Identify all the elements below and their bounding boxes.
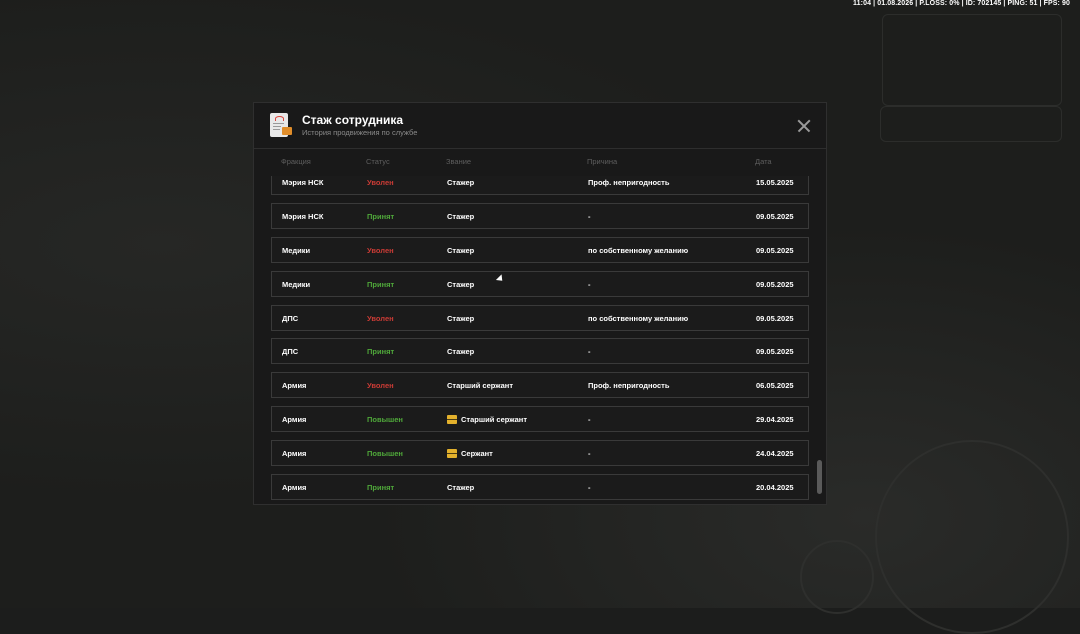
status-cell: Принят	[367, 483, 395, 493]
faction-cell: Армия	[282, 449, 307, 459]
rank-cell: Сержант	[447, 449, 493, 459]
status-cell: Уволен	[367, 245, 394, 255]
faction-cell: Медики	[282, 245, 311, 255]
rank-cell: Стажер	[447, 313, 475, 323]
table-row: Армия Повышен Старший сержант - 29.04.20…	[271, 406, 809, 433]
rank-label: Сержант	[461, 449, 493, 459]
faction-cell: Медики	[282, 279, 311, 289]
header-faction: Фракция	[281, 157, 311, 166]
rank-stripes-icon	[447, 449, 457, 459]
reason-cell: -	[588, 449, 591, 459]
reason-cell: -	[588, 279, 591, 289]
rank-cell: Стажер	[447, 211, 475, 221]
fuel-gauge	[800, 540, 874, 614]
close-icon[interactable]	[794, 116, 814, 136]
status-cell: Принят	[367, 211, 395, 221]
status-cell: Повышен	[367, 449, 403, 459]
reason-cell: -	[588, 211, 591, 221]
date-cell: 15.05.2025	[756, 178, 794, 187]
employee-history-modal: Стаж сотрудника История продвижения по с…	[253, 102, 827, 505]
faction-cell: Мэрия НСК	[282, 211, 324, 221]
date-cell: 29.04.2025	[756, 415, 794, 425]
rank-cell: Стажер	[447, 178, 475, 187]
rank-cell: Стажер	[447, 245, 475, 255]
table-row: ДПС Уволен Стажер по собственному желани…	[271, 304, 809, 331]
rank-cell: Стажер	[447, 483, 475, 493]
reason-cell: -	[588, 415, 591, 425]
date-cell: 09.05.2025	[756, 347, 794, 357]
rank-cell: Стажер	[447, 279, 475, 289]
header-rank: Звание	[446, 157, 472, 166]
document-icon	[270, 113, 292, 137]
status-cell: Уволен	[367, 381, 394, 391]
table-header: Фракция Статус Звание Причина Дата	[254, 157, 826, 169]
status-cell: Уволен	[367, 313, 394, 323]
date-cell: 09.05.2025	[756, 211, 794, 221]
faction-cell: ДПС	[282, 313, 299, 323]
reason-cell: Проф. непригодность	[588, 381, 670, 391]
history-list[interactable]: Мэрия НСК Уволен Стажер Проф. непригодно…	[254, 176, 826, 506]
date-cell: 09.05.2025	[756, 245, 794, 255]
reason-cell: -	[588, 483, 591, 493]
faction-cell: Армия	[282, 483, 307, 493]
reason-cell: по собственному желанию	[588, 313, 689, 323]
reason-cell: по собственному желанию	[588, 245, 689, 255]
status-cell: Уволен	[367, 178, 394, 187]
hud-money-panel	[882, 14, 1062, 106]
reason-cell: -	[588, 347, 591, 357]
reason-cell: Проф. непригодность	[588, 178, 670, 187]
table-row: Армия Принят Стажер - 20.04.2025	[271, 474, 809, 501]
date-cell: 24.04.2025	[756, 449, 794, 459]
status-cell: Принят	[367, 347, 395, 357]
header-status: Статус	[366, 157, 390, 166]
date-cell: 09.05.2025	[756, 279, 794, 289]
rank-cell: Старший сержант	[447, 415, 528, 425]
scrollbar-thumb[interactable]	[817, 460, 822, 494]
rank-cell: Старший сержант	[447, 381, 514, 391]
status-cell: Повышен	[367, 415, 403, 425]
speedometer-gauge	[875, 440, 1069, 634]
modal-subtitle: История продвижения по службе	[302, 128, 418, 137]
date-cell: 06.05.2025	[756, 381, 794, 391]
table-row: Мэрия НСК Принят Стажер - 09.05.2025	[271, 202, 809, 229]
faction-cell: Мэрия НСК	[282, 178, 324, 187]
date-cell: 20.04.2025	[756, 483, 794, 493]
faction-cell: ДПС	[282, 347, 299, 357]
rank-stripes-icon	[447, 415, 457, 425]
header-date: Дата	[755, 157, 772, 166]
status-cell: Принят	[367, 279, 395, 289]
rank-label: Старший сержант	[461, 415, 528, 425]
modal-header: Стаж сотрудника История продвижения по с…	[254, 103, 826, 149]
header-reason: Причина	[587, 157, 618, 166]
date-cell: 09.05.2025	[756, 313, 794, 323]
table-row: Армия Повышен Сержант - 24.04.2025	[271, 440, 809, 467]
hud-notify-panel	[880, 106, 1062, 142]
rank-cell: Стажер	[447, 347, 475, 357]
table-row: Медики Уволен Стажер по собственному жел…	[271, 236, 809, 263]
modal-title: Стаж сотрудника	[302, 113, 404, 127]
faction-cell: Армия	[282, 415, 307, 425]
table-row: ДПС Принят Стажер - 09.05.2025	[271, 338, 809, 365]
table-row: Армия Уволен Старший сержант Проф. непри…	[271, 372, 809, 399]
table-row: Медики Принят Стажер - 09.05.2025	[271, 270, 809, 297]
table-row: Мэрия НСК Уволен Стажер Проф. непригодно…	[271, 176, 809, 195]
faction-cell: Армия	[282, 381, 307, 391]
hud-status-line: 11:04 | 01.08.2026 | P.LOSS: 0% | ID: 70…	[853, 0, 1070, 7]
